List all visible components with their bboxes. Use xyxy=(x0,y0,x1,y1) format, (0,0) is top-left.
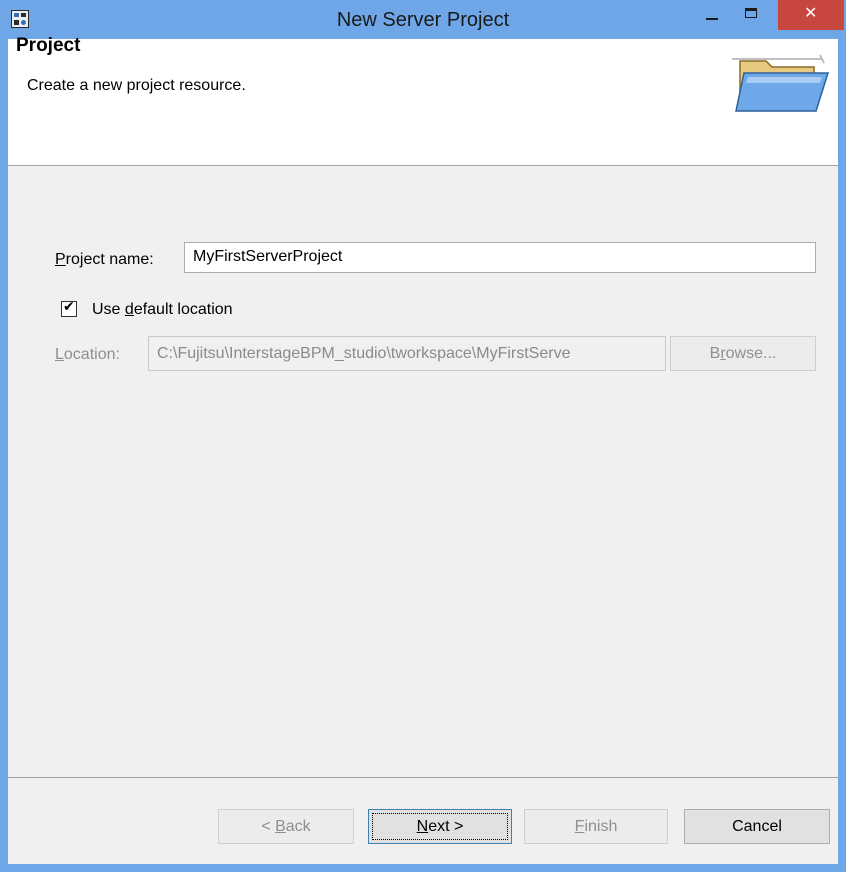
location-label: Location: xyxy=(55,346,120,363)
checkmark-icon: ✔ xyxy=(63,299,75,315)
use-default-location-label[interactable]: Use default location xyxy=(92,301,233,319)
maximize-button[interactable] xyxy=(733,0,771,30)
maximize-icon xyxy=(745,8,757,18)
project-name-label: Project name: xyxy=(55,251,154,268)
project-name-input[interactable]: MyFirstServerProject xyxy=(184,242,816,273)
close-icon: ✕ xyxy=(804,3,818,22)
footer-separator xyxy=(8,777,838,778)
finish-button[interactable]: Finish xyxy=(524,809,668,844)
open-folder-icon xyxy=(732,54,830,112)
focus-rectangle xyxy=(372,813,508,840)
close-button[interactable]: ✕ xyxy=(778,0,844,30)
use-default-location-checkbox[interactable]: ✔ xyxy=(61,299,77,317)
page-title: Project xyxy=(16,35,81,56)
browse-button[interactable]: Browse... xyxy=(670,336,816,371)
wizard-window: New Server Project ✕ Project Create a ne… xyxy=(0,0,846,872)
back-button[interactable]: < Back xyxy=(218,809,354,844)
next-button[interactable]: Next > xyxy=(368,809,512,844)
minimize-icon xyxy=(706,18,718,20)
cancel-button[interactable]: Cancel xyxy=(684,809,830,844)
location-input[interactable]: C:\Fujitsu\InterstageBPM_studio\tworkspa… xyxy=(148,336,666,371)
wizard-header: Project Create a new project resource. xyxy=(8,35,838,166)
title-bar[interactable]: New Server Project ✕ xyxy=(0,0,846,39)
dialog-body: Project Create a new project resource. P… xyxy=(8,35,838,864)
page-description: Create a new project resource. xyxy=(27,77,246,94)
minimize-button[interactable] xyxy=(695,0,729,30)
